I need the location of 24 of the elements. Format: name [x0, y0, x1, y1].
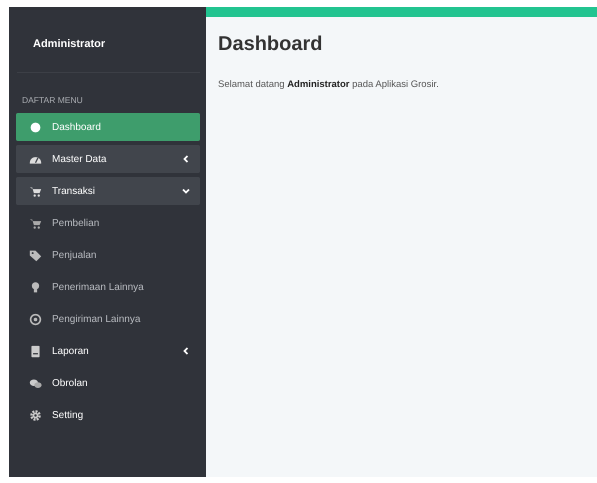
cart-icon: [29, 184, 42, 198]
lightbulb-icon: [29, 280, 42, 294]
submenu-item[interactable]: Pembelian: [16, 209, 200, 237]
chevron-left-icon: [182, 347, 190, 355]
chevron-left-icon: [182, 155, 190, 163]
tag-icon: [29, 248, 42, 262]
book-icon: [29, 344, 42, 358]
menu-item[interactable]: Obrolan: [16, 369, 200, 397]
circle-icon: [29, 120, 42, 134]
welcome-text: Selamat datang Administrator pada Aplikasi Grosir.: [218, 79, 440, 90]
chat-bubbles-icon: [29, 376, 42, 390]
menu-item[interactable]: Master Data: [16, 145, 200, 173]
menu-item[interactable]: Laporan: [16, 337, 200, 365]
menu-header: DAFTAR MENU: [21, 94, 84, 107]
submenu-item[interactable]: Penerimaan Lainnya: [16, 273, 200, 301]
page-title: Dashboard: [218, 33, 324, 56]
menu-item[interactable]: Transaksi: [16, 177, 200, 205]
submenu-item[interactable]: Pengiriman Lainnya: [16, 305, 200, 333]
user-name: Administrator: [32, 37, 106, 52]
chevron-down-icon: [182, 187, 190, 195]
target-icon: [29, 312, 42, 326]
submenu-item[interactable]: Penjualan: [16, 241, 200, 269]
cart-icon: [29, 216, 42, 230]
menu-item[interactable]: Setting: [16, 401, 200, 429]
